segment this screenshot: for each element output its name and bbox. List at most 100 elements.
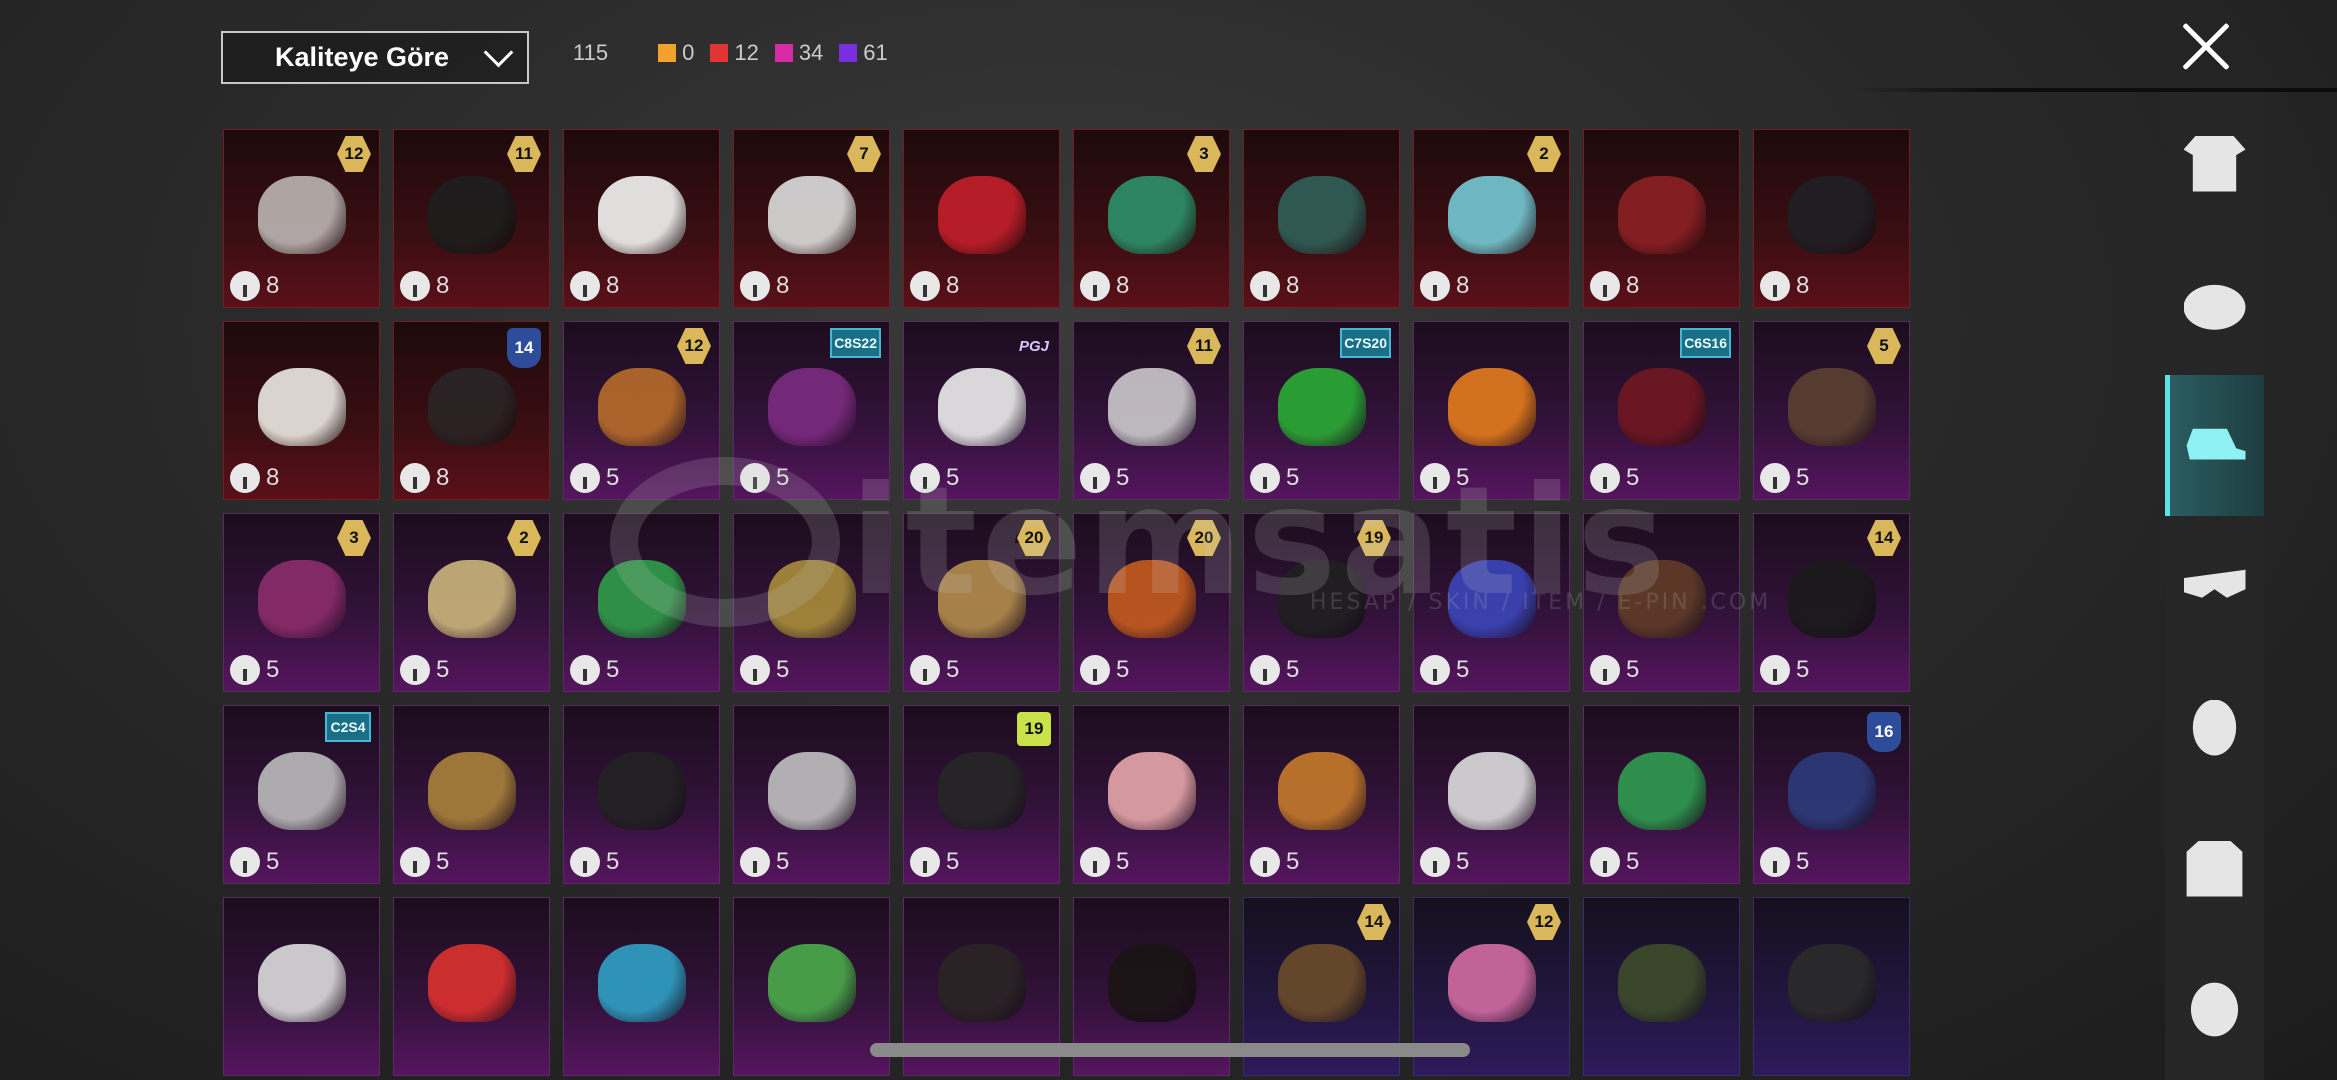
- item-card[interactable]: 8: [1583, 129, 1740, 308]
- item-price: 5: [1080, 655, 1129, 685]
- item-card[interactable]: 5: [1073, 705, 1230, 884]
- item-card[interactable]: 12 5: [563, 321, 720, 500]
- item-card[interactable]: 11 5: [1073, 321, 1230, 500]
- item-thumbnail: [1277, 367, 1366, 446]
- sort-dropdown[interactable]: Kaliteye Göre: [221, 31, 529, 84]
- item-card[interactable]: C7S20 5: [1243, 321, 1400, 500]
- item-card[interactable]: [1753, 897, 1910, 1076]
- item-card[interactable]: 19 5: [1243, 513, 1400, 692]
- item-card[interactable]: 28: [1413, 129, 1570, 308]
- item-card[interactable]: 8: [223, 321, 380, 500]
- item-card[interactable]: 16 5: [1753, 705, 1910, 884]
- sidebar-item-outfit[interactable]: [2165, 93, 2264, 234]
- item-card[interactable]: 5: [733, 705, 890, 884]
- item-thumbnail: [1617, 175, 1706, 254]
- item-card[interactable]: 5: [1583, 513, 1740, 692]
- item-thumbnail: [767, 559, 856, 638]
- item-thumbnail: [1787, 175, 1876, 254]
- item-card[interactable]: PGJ 5: [903, 321, 1060, 500]
- item-thumbnail: [1787, 559, 1876, 638]
- item-card[interactable]: 14 8: [393, 321, 550, 500]
- item-card[interactable]: 8: [563, 129, 720, 308]
- item-card[interactable]: 5: [1243, 705, 1400, 884]
- item-card[interactable]: 14 5: [1753, 513, 1910, 692]
- item-price-value: 5: [1456, 656, 1470, 683]
- item-card[interactable]: 5: [1413, 321, 1570, 500]
- currency-icon: [1080, 655, 1110, 685]
- currency-icon: [570, 463, 600, 493]
- item-card[interactable]: 8: [1243, 129, 1400, 308]
- item-thumbnail: [427, 367, 516, 446]
- item-card[interactable]: [563, 897, 720, 1076]
- item-card[interactable]: 5: [1583, 705, 1740, 884]
- item-card[interactable]: 11 8: [393, 129, 550, 308]
- item-card[interactable]: 25: [393, 513, 550, 692]
- item-price: 5: [1590, 463, 1639, 493]
- item-card[interactable]: [223, 897, 380, 1076]
- item-badge: PGJ: [1018, 337, 1049, 355]
- item-card[interactable]: 5: [1413, 513, 1570, 692]
- item-card[interactable]: 55: [1753, 321, 1910, 500]
- currency-icon: [1250, 271, 1280, 301]
- item-card[interactable]: C8S22 5: [733, 321, 890, 500]
- item-price: 5: [910, 463, 959, 493]
- item-card[interactable]: 38: [1073, 129, 1230, 308]
- close-icon[interactable]: [2181, 22, 2231, 72]
- inventory-grid: 12 8 11 8 8 7 8 8 3 8 8 2 8 8 8 8 14 8 12 5 C8S22 5 PGJ 5 11 5 C7S…: [223, 129, 1910, 1076]
- item-price-value: 5: [1796, 464, 1810, 491]
- item-card[interactable]: 8: [903, 129, 1060, 308]
- item-price-value: 5: [436, 848, 450, 875]
- quality-swatch-pink: [774, 44, 793, 62]
- item-thumbnail: [1447, 367, 1536, 446]
- item-card[interactable]: C6S16 5: [1583, 321, 1740, 500]
- jacket-icon: [2186, 840, 2243, 897]
- item-card[interactable]: 20 5: [903, 513, 1060, 692]
- item-card[interactable]: 8: [1753, 129, 1910, 308]
- item-card[interactable]: 5: [563, 705, 720, 884]
- item-price: 5: [570, 847, 619, 877]
- item-price-value: 5: [1796, 848, 1810, 875]
- item-price-value: 5: [1116, 848, 1130, 875]
- sidebar-item-cap[interactable]: [2165, 375, 2264, 516]
- sidebar-item-mask[interactable]: [2165, 657, 2264, 798]
- sidebar-item-goggles[interactable]: [2165, 516, 2264, 657]
- item-card[interactable]: [393, 897, 550, 1076]
- item-card[interactable]: 5: [393, 705, 550, 884]
- currency-icon: [1420, 847, 1450, 877]
- item-price: 5: [1420, 463, 1469, 493]
- item-card[interactable]: 78: [733, 129, 890, 308]
- item-price: 8: [400, 271, 449, 301]
- item-price: 8: [230, 271, 279, 301]
- item-card[interactable]: [1583, 897, 1740, 1076]
- item-price-value: 8: [776, 272, 790, 299]
- horizontal-scrollbar[interactable]: [870, 1043, 1470, 1057]
- item-badge: 12: [337, 136, 371, 172]
- item-price: 8: [1590, 271, 1639, 301]
- item-badge: 14: [507, 328, 541, 368]
- sidebar-item-jacket[interactable]: [2165, 798, 2264, 939]
- total-count: 115: [573, 40, 609, 65]
- item-badge: 14: [1357, 904, 1391, 940]
- item-card[interactable]: [733, 897, 890, 1076]
- item-card[interactable]: 5: [1413, 705, 1570, 884]
- sidebar-item-face[interactable]: [2165, 939, 2264, 1080]
- item-badge: C7S20: [1340, 328, 1391, 358]
- currency-icon: [1760, 655, 1790, 685]
- item-price: 5: [1760, 847, 1809, 877]
- item-thumbnail: [257, 943, 346, 1022]
- face-icon: [2190, 982, 2239, 1037]
- item-thumbnail: [1107, 367, 1196, 446]
- item-card[interactable]: 19 5: [903, 705, 1060, 884]
- item-price-value: 5: [776, 656, 790, 683]
- sidebar-item-helmet[interactable]: [2165, 234, 2264, 375]
- item-card[interactable]: C2S4 5: [223, 705, 380, 884]
- count-purple: 61: [839, 40, 888, 66]
- count-red: 12: [710, 40, 759, 66]
- currency-icon: [910, 271, 940, 301]
- item-card[interactable]: 20 5: [1073, 513, 1230, 692]
- item-card[interactable]: 5: [563, 513, 720, 692]
- item-card[interactable]: 5: [733, 513, 890, 692]
- item-card[interactable]: 12 8: [223, 129, 380, 308]
- item-badge: 20: [1017, 520, 1051, 556]
- item-card[interactable]: 35: [223, 513, 380, 692]
